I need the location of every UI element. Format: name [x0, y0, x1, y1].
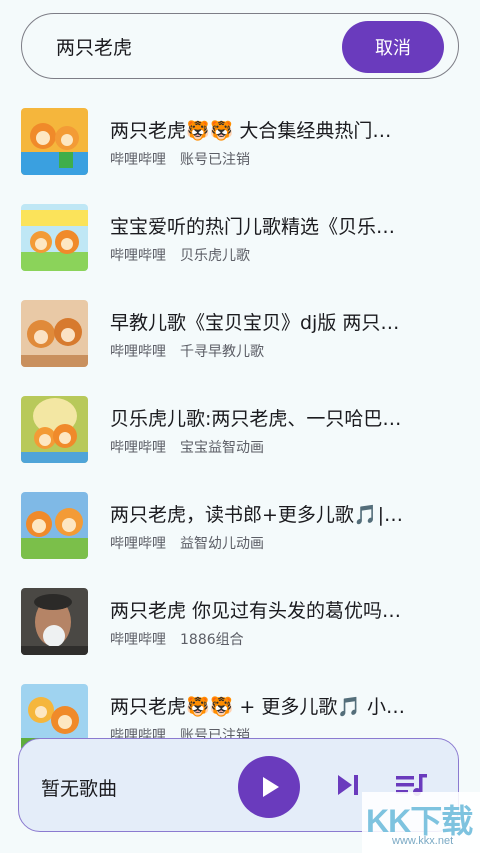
cancel-button[interactable]: 取消	[342, 21, 444, 73]
list-item[interactable]: 宝宝爱听的热门儿歌精选《贝乐… 哔哩哔哩 贝乐虎儿歌	[0, 190, 480, 286]
result-source: 哔哩哔哩	[110, 632, 166, 648]
thumbnail	[21, 300, 88, 367]
skip-next-icon[interactable]	[336, 773, 360, 797]
list-item[interactable]: 早教儿歌《宝贝宝贝》dj版 两只… 哔哩哔哩 千寻早教儿歌	[0, 286, 480, 382]
result-meta: 哔哩哔哩 贝乐虎儿歌	[110, 245, 250, 265]
list-item[interactable]: 两只老虎，读书郎+更多儿歌🎵|… 哔哩哔哩 益智幼儿动画	[0, 478, 480, 574]
list-item[interactable]: 贝乐虎儿歌:两只老虎、一只哈巴… 哔哩哔哩 宝宝益智动画	[0, 382, 480, 478]
thumbnail	[21, 396, 88, 463]
thumbnail	[21, 204, 88, 271]
result-uploader: 宝宝益智动画	[180, 440, 264, 456]
result-meta: 哔哩哔哩 1886组合	[110, 629, 244, 649]
result-title: 两只老虎🐯🐯 大合集经典热门…	[110, 120, 392, 142]
result-uploader: 益智幼儿动画	[180, 536, 264, 552]
result-uploader: 账号已注销	[180, 152, 250, 168]
result-title: 贝乐虎儿歌:两只老虎、一只哈巴…	[110, 408, 402, 430]
result-title: 宝宝爱听的热门儿歌精选《贝乐…	[110, 216, 396, 238]
thumbnail	[21, 492, 88, 559]
result-source: 哔哩哔哩	[110, 152, 166, 168]
play-icon	[263, 777, 279, 797]
list-item[interactable]: 两只老虎 你见过有头发的葛优吗… 哔哩哔哩 1886组合	[0, 574, 480, 670]
result-title: 两只老虎，读书郎+更多儿歌🎵|…	[110, 504, 403, 526]
result-source: 哔哩哔哩	[110, 536, 166, 552]
result-title: 两只老虎 你见过有头发的葛优吗…	[110, 600, 402, 622]
result-meta: 哔哩哔哩 宝宝益智动画	[110, 437, 264, 457]
result-meta: 哔哩哔哩 千寻早教儿歌	[110, 341, 264, 361]
results-list: 两只老虎🐯🐯 大合集经典热门… 哔哩哔哩 账号已注销 宝宝爱听的热门儿歌精选《贝乐…	[0, 94, 480, 766]
result-uploader: 1886组合	[180, 632, 244, 648]
thumbnail	[21, 588, 88, 655]
list-item[interactable]: 两只老虎🐯🐯 大合集经典热门… 哔哩哔哩 账号已注销	[0, 94, 480, 190]
result-source: 哔哩哔哩	[110, 440, 166, 456]
result-source: 哔哩哔哩	[110, 344, 166, 360]
result-source: 哔哩哔哩	[110, 248, 166, 264]
result-meta: 哔哩哔哩 账号已注销	[110, 149, 250, 169]
watermark: KK下载 www.kkx.net	[362, 792, 480, 853]
result-meta: 哔哩哔哩 益智幼儿动画	[110, 533, 264, 553]
result-uploader: 贝乐虎儿歌	[180, 248, 250, 264]
result-title: 两只老虎🐯🐯 + 更多儿歌🎵 小…	[110, 696, 406, 718]
watermark-url: www.kkx.net	[392, 835, 454, 847]
search-input[interactable]	[56, 35, 316, 57]
play-button[interactable]	[238, 756, 300, 818]
search-bar: 取消	[21, 13, 459, 79]
now-playing-title: 暂无歌曲	[41, 778, 118, 800]
thumbnail	[21, 108, 88, 175]
result-title: 早教儿歌《宝贝宝贝》dj版 两只…	[110, 312, 400, 334]
result-uploader: 千寻早教儿歌	[180, 344, 264, 360]
